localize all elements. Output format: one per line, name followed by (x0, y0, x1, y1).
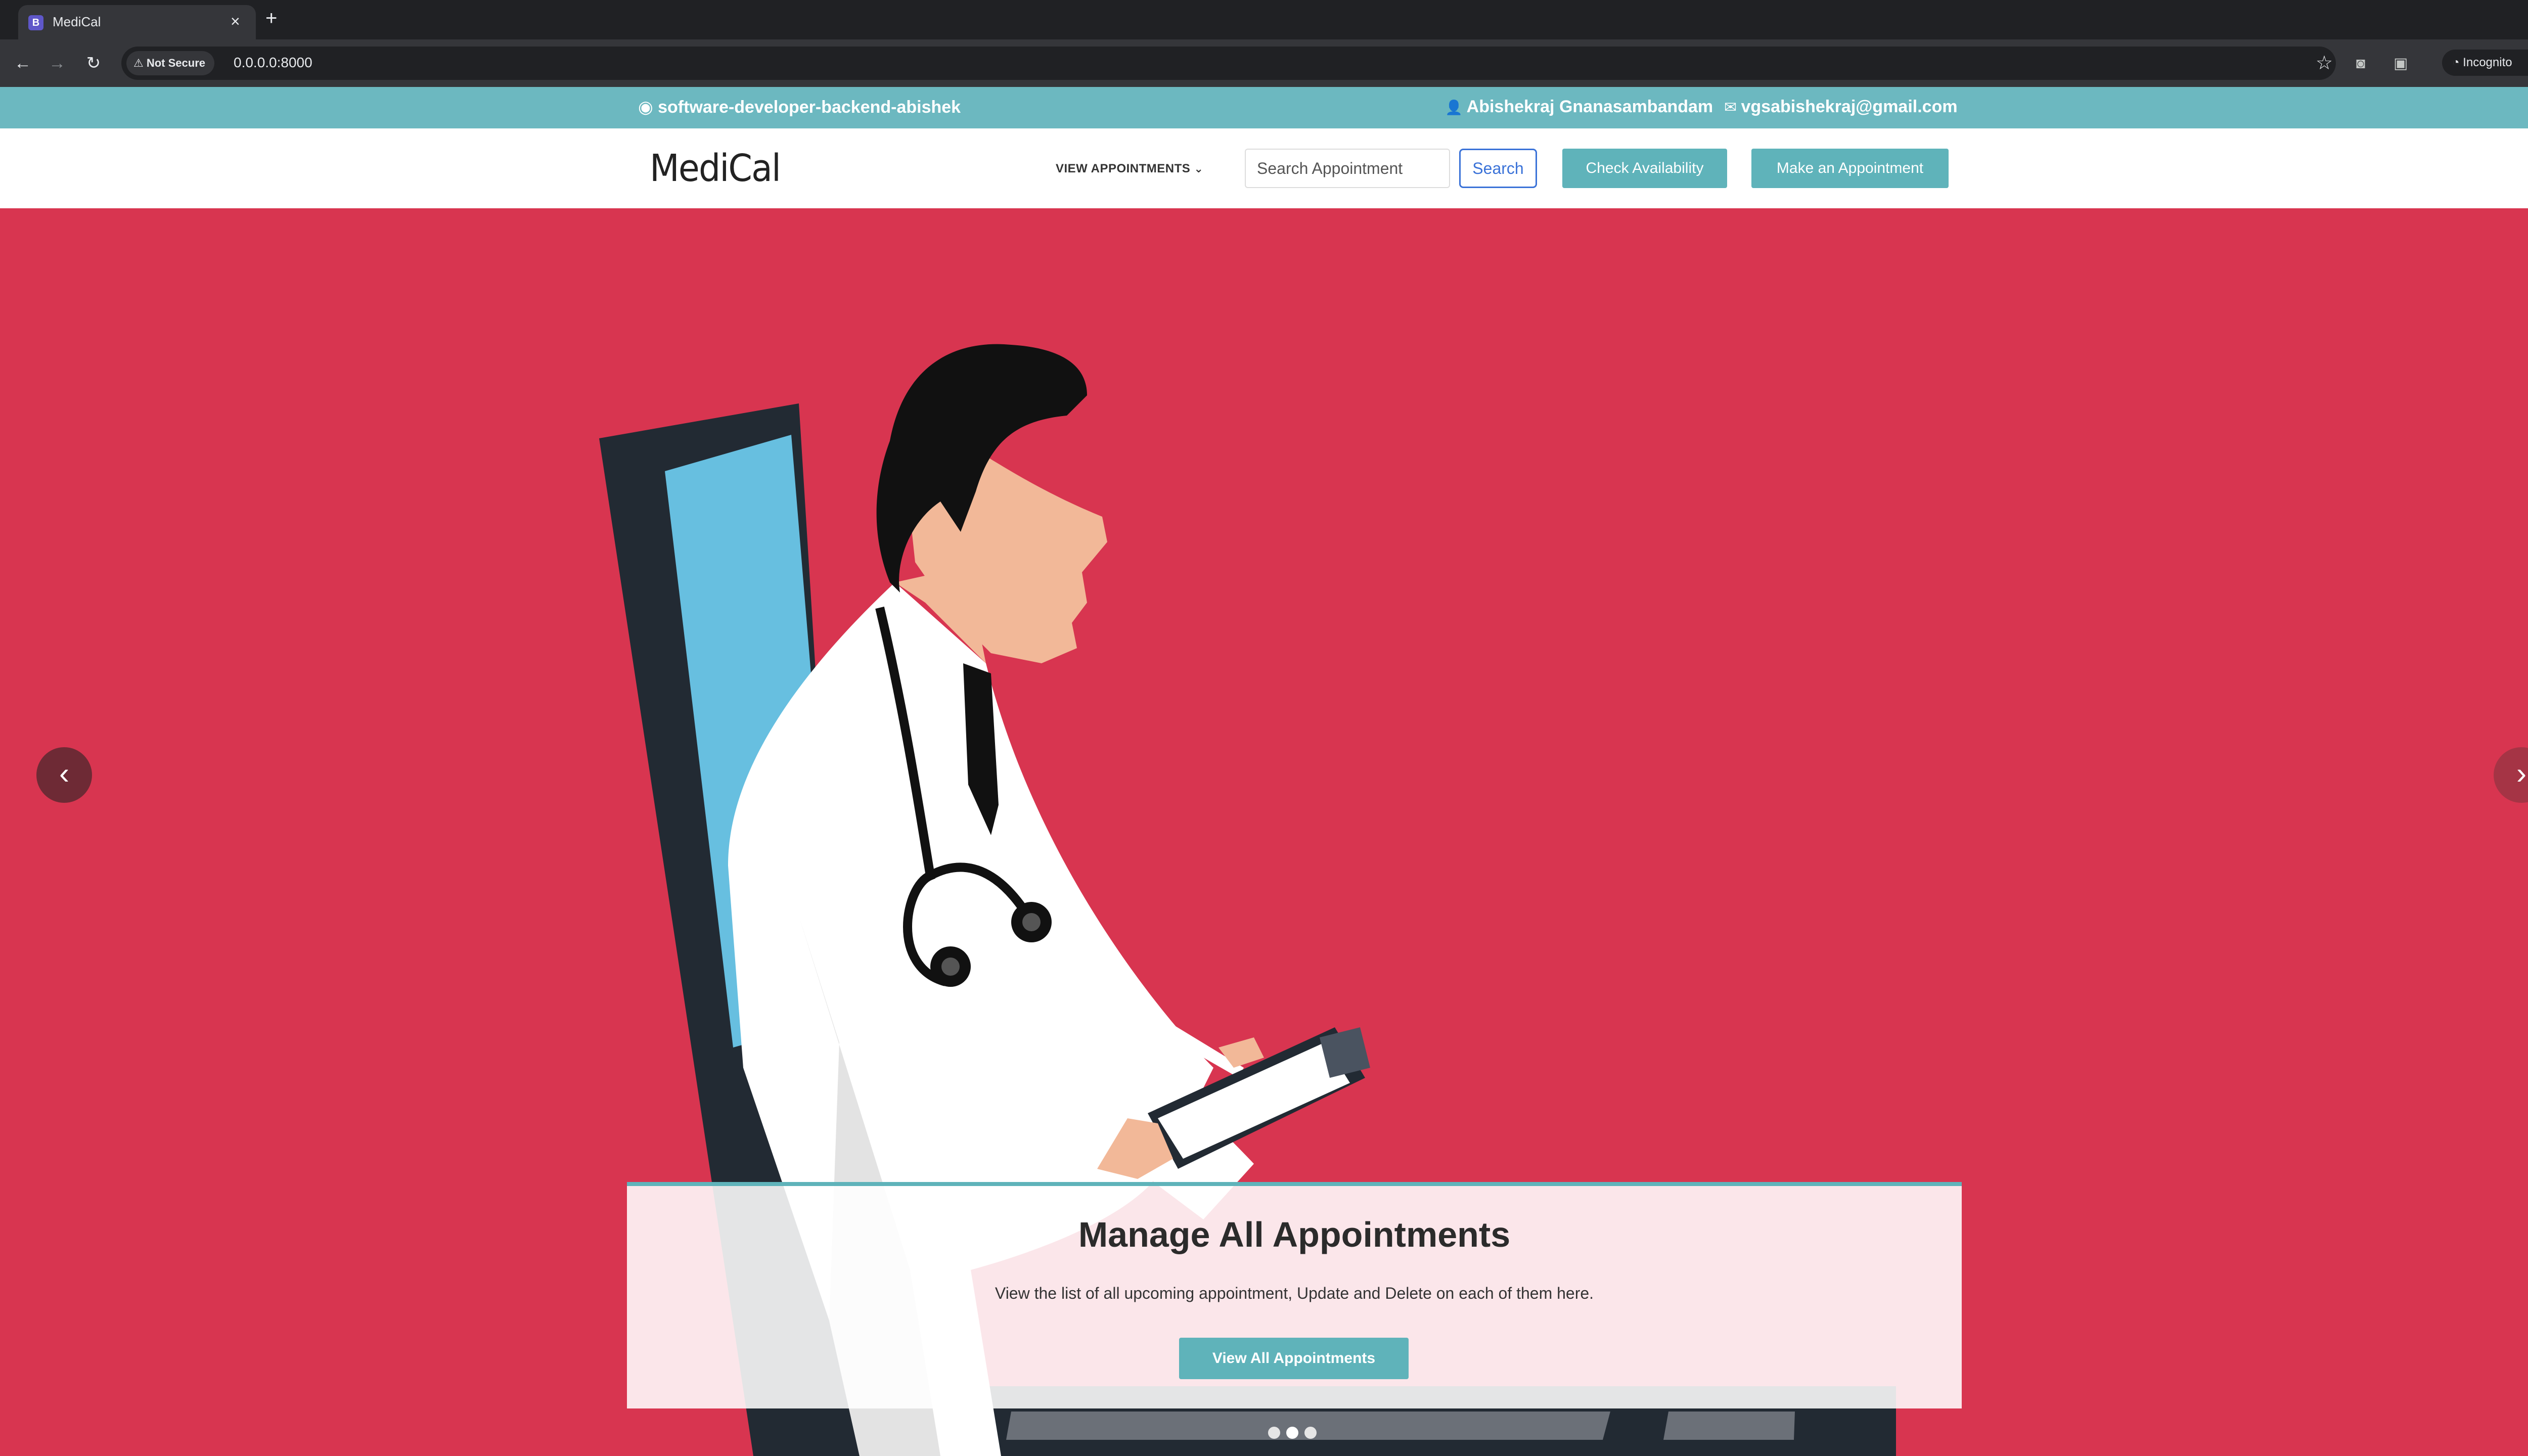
view-appointments-label: VIEW APPOINTMENTS (1056, 162, 1191, 175)
security-chip[interactable]: ⚠ Not Secure (126, 51, 214, 75)
carousel-indicator-3[interactable] (1304, 1427, 1317, 1439)
address-bar[interactable]: ⚠ Not Secure 0.0.0.0:8000 ☆ (121, 47, 2336, 80)
site-logo[interactable]: MediCal (650, 147, 781, 190)
view-appointments-dropdown[interactable]: VIEW APPOINTMENTS ⌄ (1056, 162, 1203, 176)
hero-carousel: ‹ › Manage All Appointments View the lis… (0, 208, 2528, 1456)
bookmark-star-icon[interactable]: ☆ (2316, 52, 2333, 74)
bootstrap-favicon-icon: B (28, 15, 43, 30)
tab-close-icon[interactable]: × (231, 12, 240, 30)
warning-icon: ⚠ (133, 57, 147, 69)
check-availability-button[interactable]: Check Availability (1562, 149, 1727, 188)
back-arrow-icon[interactable]: ← (10, 51, 35, 76)
author-email[interactable]: ✉ vgsabishekraj@gmail.com (1724, 97, 1958, 117)
reload-icon[interactable]: ↻ (81, 51, 106, 76)
forward-arrow-icon[interactable]: → (44, 51, 70, 76)
github-link[interactable]: ◉ software-developer-backend-abishek (638, 97, 961, 117)
carousel-indicator-1[interactable] (1268, 1427, 1280, 1439)
carousel-indicator-2[interactable] (1286, 1427, 1298, 1439)
chevron-right-icon: › (2516, 756, 2526, 790)
browser-toolbar: ← → ↻ ⚠ Not Secure 0.0.0.0:8000 ☆ ◙ ▣ ◔ … (0, 39, 2528, 87)
github-username: software-developer-backend-abishek (658, 98, 961, 117)
carousel-indicators (1268, 1427, 1329, 1442)
author-name: 👤 Abishekraj Gnanasambandam (1445, 97, 1713, 117)
caption-title: Manage All Appointments (1078, 1215, 1511, 1254)
incognito-chip[interactable]: ◔ Incognito (2442, 50, 2528, 76)
security-label: Not Secure (146, 57, 205, 69)
carousel-caption: Manage All Appointments View the list of… (627, 1182, 1962, 1408)
incognito-icon: ◔ (2452, 56, 2463, 69)
caption-text: View the list of all upcoming appointmen… (995, 1284, 1594, 1302)
extensions-icon[interactable]: ▣ (2394, 56, 2408, 72)
tab-title: MediCal (53, 14, 101, 29)
chevron-left-icon: ‹ (59, 756, 69, 790)
user-icon: 👤 (1445, 100, 1467, 115)
author-email-text: vgsabishekraj@gmail.com (1741, 97, 1958, 116)
github-icon: ◉ (638, 98, 658, 117)
site-top-bar: ◉ software-developer-backend-abishek 👤 A… (0, 87, 2528, 128)
make-appointment-button[interactable]: Make an Appointment (1751, 149, 1949, 188)
carousel-prev-button[interactable]: ‹ (36, 747, 92, 803)
author-name-text: Abishekraj Gnanasambandam (1466, 97, 1713, 116)
url-text[interactable]: 0.0.0.0:8000 (234, 55, 312, 71)
site-navbar: MediCal VIEW APPOINTMENTS ⌄ Search Check… (0, 128, 2528, 209)
browser-tab-strip: B MediCal × + ⌄ (0, 0, 2528, 39)
search-appointment-input[interactable] (1245, 149, 1450, 188)
chevron-down-icon: ⌄ (1194, 162, 1204, 175)
camera-icon[interactable]: ◙ (2356, 56, 2365, 72)
incognito-label: Incognito (2463, 56, 2512, 69)
new-tab-button[interactable]: + (265, 7, 277, 29)
view-all-appointments-button[interactable]: View All Appointments (1179, 1338, 1409, 1379)
search-button[interactable]: Search (1459, 149, 1537, 188)
mail-icon: ✉ (1724, 99, 1741, 116)
browser-tab[interactable]: B MediCal × (18, 5, 256, 39)
